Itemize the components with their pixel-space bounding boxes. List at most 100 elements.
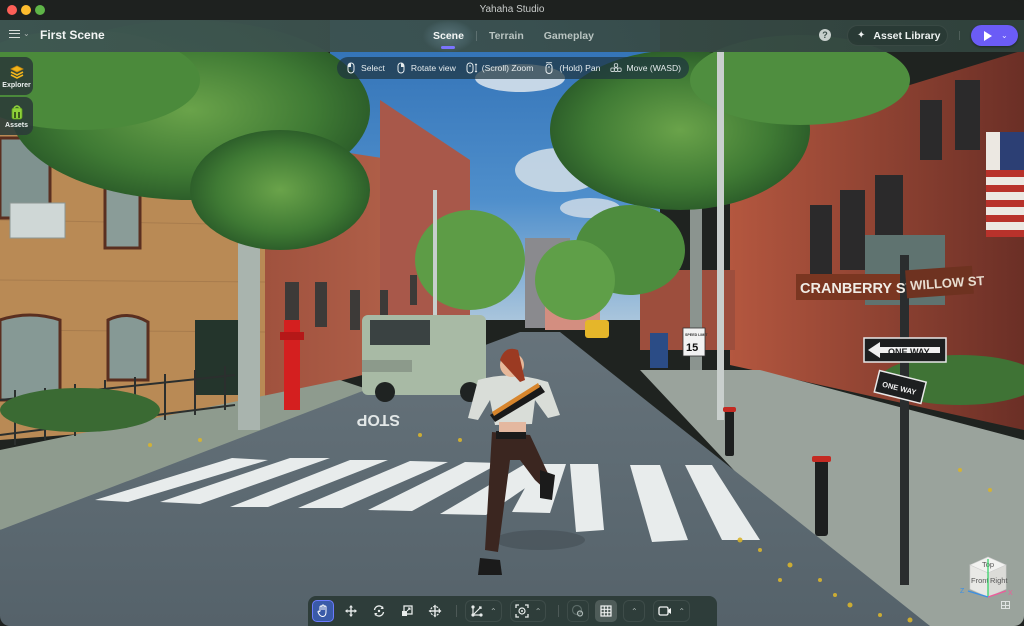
layers-icon bbox=[9, 65, 24, 79]
hand-icon bbox=[317, 604, 327, 618]
header-divider bbox=[959, 31, 960, 40]
chevron-up-icon: ⌃ bbox=[490, 606, 497, 616]
play-options-chevron-icon[interactable]: ⌄ bbox=[1001, 31, 1008, 40]
mouse-scroll-icon bbox=[466, 62, 478, 74]
wasd-keys-icon bbox=[610, 63, 622, 72]
question-circle-icon[interactable]: ? bbox=[819, 29, 831, 41]
transform-icon bbox=[428, 604, 442, 618]
tab-terrain[interactable]: Terrain bbox=[479, 20, 534, 52]
hint-label: Rotate view bbox=[410, 63, 456, 73]
svg-text:ONE WAY: ONE WAY bbox=[888, 347, 930, 357]
toolbar-divider bbox=[558, 605, 560, 617]
gizmo-right-label: Right bbox=[990, 576, 1008, 585]
bollard bbox=[723, 407, 736, 412]
tab-divider bbox=[475, 31, 477, 41]
streetlight-pole bbox=[717, 50, 724, 420]
grid-toggle-button[interactable] bbox=[595, 600, 618, 622]
asset-library-button[interactable]: ✦ Asset Library bbox=[847, 25, 948, 46]
chevron-up-icon: ⌃ bbox=[631, 606, 638, 616]
main-menu-button[interactable]: ⌄ bbox=[9, 29, 30, 38]
hand-tool-button[interactable] bbox=[312, 600, 334, 622]
grid-options-dropdown[interactable]: ⌃ bbox=[623, 600, 646, 622]
sidebar-item-label: Assets bbox=[5, 121, 28, 129]
z-axis-label: Z bbox=[960, 588, 965, 595]
mode-tabs: Scene Terrain Gameplay bbox=[423, 20, 604, 52]
svg-text:15: 15 bbox=[686, 342, 698, 354]
rotate-icon bbox=[373, 605, 385, 617]
controls-hint-bar: Select Rotate view (Scroll) Zoom (Hold) … bbox=[337, 57, 689, 79]
sidebar-item-explorer[interactable]: Explorer bbox=[0, 57, 33, 95]
hint-zoom: (Scroll) Zoom bbox=[466, 62, 534, 74]
mailbox bbox=[650, 333, 668, 368]
scene-viewport[interactable]: STOP CRANBERRY ST WILLOW ST ONE WAY ONE … bbox=[0, 20, 1024, 626]
hint-move: Move (WASD) bbox=[610, 62, 681, 74]
air-conditioner bbox=[9, 202, 66, 239]
orientation-gizmo[interactable]: Top Front Right X Z bbox=[958, 553, 1020, 615]
hint-pan: (Hold) Pan bbox=[543, 62, 600, 74]
chevron-up-icon: ⌃ bbox=[534, 606, 542, 616]
mouse-middle-icon bbox=[545, 62, 553, 74]
van bbox=[362, 315, 486, 402]
svg-text:CRANBERRY ST: CRANBERRY ST bbox=[800, 281, 915, 297]
bollard bbox=[725, 408, 734, 456]
scene-render[interactable]: STOP CRANBERRY ST WILLOW ST ONE WAY ONE … bbox=[0, 20, 1024, 626]
tab-gameplay[interactable]: Gameplay bbox=[534, 20, 604, 52]
road-marking-stop: STOP bbox=[356, 411, 400, 428]
scale-icon bbox=[402, 605, 413, 616]
viewport-layout-icon[interactable] bbox=[1001, 601, 1010, 609]
sidebar-item-label: Explorer bbox=[2, 81, 31, 89]
street-sign-cranberry: CRANBERRY ST bbox=[796, 274, 915, 300]
toolbar-divider bbox=[456, 605, 457, 617]
transform-toolbar: ⌃ ⌃ ⌃ ⌃ bbox=[308, 596, 717, 626]
rotate-tool-button[interactable] bbox=[368, 600, 390, 622]
snap-toggle-button[interactable] bbox=[567, 600, 590, 622]
speed-limit-sign: SPEED LIMIT 15 bbox=[682, 327, 708, 357]
gizmo-front-label: Front bbox=[971, 576, 989, 585]
hint-label: Select bbox=[361, 63, 385, 73]
shrubs bbox=[0, 388, 160, 432]
move-arrows-icon bbox=[345, 605, 357, 617]
focus-icon bbox=[515, 604, 529, 618]
camera-icon bbox=[658, 606, 672, 616]
transform-tool-button[interactable] bbox=[424, 600, 446, 622]
hint-select: Select bbox=[345, 62, 385, 74]
sparkle-icon: ✦ bbox=[857, 30, 866, 41]
play-icon bbox=[984, 30, 992, 41]
one-way-sign: ONE WAY bbox=[863, 337, 947, 363]
chevron-up-icon: ⌃ bbox=[678, 606, 686, 616]
scale-tool-button[interactable] bbox=[396, 600, 418, 622]
bollard bbox=[815, 458, 828, 536]
hint-label: (Scroll) Zoom bbox=[481, 63, 534, 73]
doorway bbox=[195, 320, 240, 395]
mouse-right-icon bbox=[397, 62, 405, 74]
app-window: Yahaha Studio STOP CRANBERRY ST WILLOW S… bbox=[0, 0, 1024, 626]
arched-window bbox=[0, 313, 62, 402]
focus-mode-dropdown[interactable]: ⌃ bbox=[509, 600, 547, 622]
arched-window bbox=[106, 314, 150, 382]
backpack-icon bbox=[11, 104, 22, 119]
svg-text:SPEED LIMIT: SPEED LIMIT bbox=[685, 333, 708, 337]
american-flag bbox=[986, 132, 1024, 237]
sidebar-item-assets[interactable]: Assets bbox=[0, 97, 33, 135]
title-bar: Yahaha Studio bbox=[0, 0, 1024, 20]
play-button[interactable]: ⌄ bbox=[971, 25, 1018, 46]
hamburger-menu-icon bbox=[9, 29, 20, 38]
hint-label: Move (WASD) bbox=[626, 63, 682, 73]
camera-menu-dropdown[interactable]: ⌃ bbox=[653, 600, 691, 622]
x-axis-label: X bbox=[1008, 590, 1013, 597]
bollard bbox=[812, 456, 831, 462]
pivot-mode-dropdown[interactable]: ⌃ bbox=[465, 600, 502, 622]
tab-scene[interactable]: Scene bbox=[423, 20, 474, 52]
snap-icon bbox=[572, 604, 584, 617]
asset-library-label: Asset Library bbox=[873, 29, 941, 42]
move-tool-button[interactable] bbox=[340, 600, 362, 622]
scene-title: First Scene bbox=[40, 28, 105, 42]
chevron-down-icon: ⌄ bbox=[23, 29, 30, 38]
sign-pole bbox=[900, 255, 909, 585]
pivot-icon bbox=[471, 605, 483, 617]
hint-label: (Hold) Pan bbox=[559, 63, 601, 73]
mouse-left-icon bbox=[347, 62, 355, 74]
left-panel-tabs: Explorer Assets bbox=[0, 57, 33, 137]
taxi bbox=[585, 320, 609, 338]
hint-rotate: Rotate view bbox=[395, 62, 456, 74]
